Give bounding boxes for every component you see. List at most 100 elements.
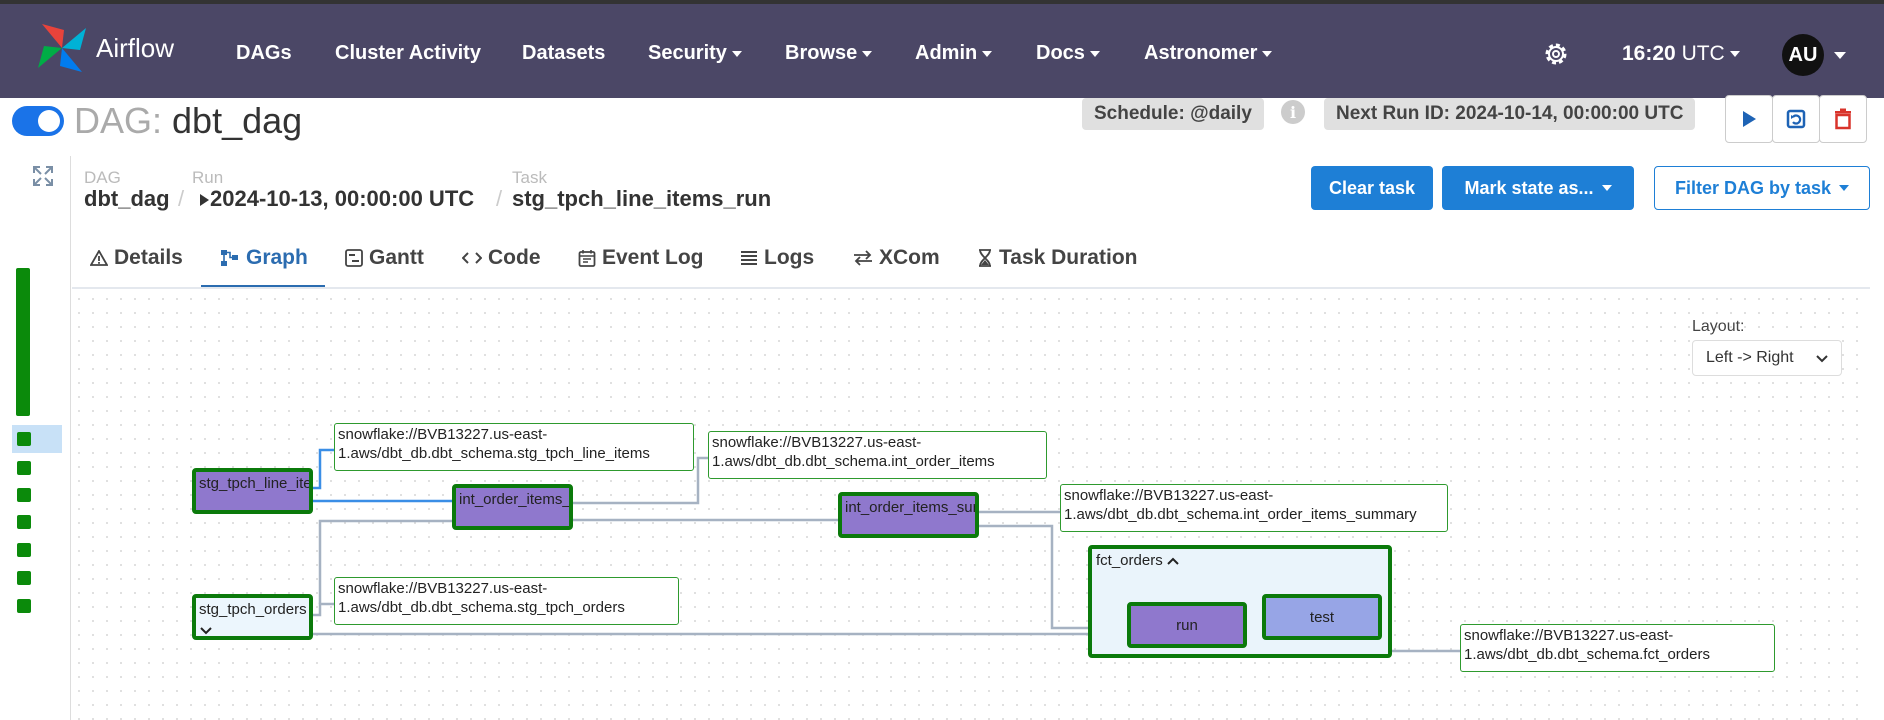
schedule-badge: Schedule: @daily bbox=[1082, 98, 1264, 130]
tab-logs-label: Logs bbox=[764, 246, 815, 269]
clock-timezone: UTC bbox=[1682, 42, 1740, 65]
tab-logs[interactable]: Logs bbox=[740, 246, 814, 270]
clock-time: 16:20 bbox=[1622, 42, 1676, 65]
task-instance-square[interactable] bbox=[17, 432, 31, 446]
dataset-node-fct-orders[interactable]: snowflake://BVB13227.us-east-1.aws/dbt_d… bbox=[1460, 624, 1775, 672]
graph-icon bbox=[221, 250, 238, 266]
breadcrumb-task-label: Task bbox=[512, 168, 547, 187]
task-group-fct-orders-label: fct_orders bbox=[1096, 552, 1163, 569]
task-instance-square[interactable] bbox=[17, 599, 31, 613]
nav-security[interactable]: Security bbox=[648, 42, 742, 65]
task-node-int-order-items-run[interactable]: int_order_items_run bbox=[452, 484, 573, 530]
task-instance-square[interactable] bbox=[17, 488, 31, 502]
brand-name: Airflow bbox=[96, 32, 175, 63]
dataset-node-int-order-items[interactable]: snowflake://BVB13227.us-east-1.aws/dbt_d… bbox=[708, 431, 1047, 479]
pinwheel-icon bbox=[38, 24, 86, 72]
task-instance-square[interactable] bbox=[17, 515, 31, 529]
edge-orders-to-dataset bbox=[312, 602, 334, 617]
task-node-int-order-items-summary-run[interactable]: int_order_items_summary_run bbox=[838, 492, 979, 538]
nav-astronomer[interactable]: Astronomer bbox=[1144, 42, 1272, 65]
task-node-stg-tpch-orders[interactable]: stg_tpch_orders bbox=[192, 594, 313, 640]
tab-task-duration-label: Task Duration bbox=[999, 246, 1138, 269]
task-node-stg-tpch-line-items-run[interactable]: stg_tpch_line_items_run bbox=[192, 468, 313, 514]
tab-code-label: Code bbox=[488, 246, 541, 269]
play-icon bbox=[1743, 111, 1756, 127]
breadcrumb-dag-label: DAG bbox=[84, 168, 121, 187]
chevron-up-icon[interactable] bbox=[1167, 556, 1179, 566]
tab-task-duration[interactable]: Task Duration bbox=[977, 246, 1137, 270]
nav-dags[interactable]: DAGs bbox=[236, 42, 292, 65]
tab-details-label: Details bbox=[114, 246, 183, 269]
page-title: DAG: dbt_dag bbox=[74, 100, 302, 142]
breadcrumb-run-value[interactable]: 2024-10-13, 00:00:00 UTC bbox=[198, 186, 474, 212]
warning-icon bbox=[90, 250, 108, 266]
nav-browse[interactable]: Browse bbox=[785, 42, 872, 65]
info-icon[interactable]: i bbox=[1281, 100, 1305, 124]
dataset-node-stg-tpch-line-items[interactable]: snowflake://BVB13227.us-east-1.aws/dbt_d… bbox=[334, 423, 694, 471]
airflow-logo[interactable]: Airflow bbox=[34, 20, 174, 76]
breadcrumb-task-value[interactable]: stg_tpch_line_items_run bbox=[512, 186, 771, 212]
calendar-icon bbox=[578, 250, 596, 267]
breadcrumb-dag-value[interactable]: dbt_dag bbox=[84, 186, 170, 212]
tab-graph[interactable]: Graph bbox=[220, 246, 308, 270]
task-node-test[interactable]: test bbox=[1262, 594, 1382, 640]
breadcrumb-separator: / bbox=[496, 186, 503, 211]
nav-admin[interactable]: Admin bbox=[915, 42, 992, 65]
task-node-stg-tpch-orders-label: stg_tpch_orders bbox=[199, 601, 307, 618]
tab-event-log-label: Event Log bbox=[602, 246, 704, 269]
dag-pause-toggle[interactable] bbox=[12, 106, 64, 136]
tab-xcom-label: XCom bbox=[879, 246, 940, 269]
nav-docs[interactable]: Docs bbox=[1036, 42, 1100, 65]
gear-icon[interactable] bbox=[1542, 40, 1570, 68]
task-instance-square[interactable] bbox=[17, 571, 31, 585]
nav-datasets[interactable]: Datasets bbox=[522, 42, 605, 65]
tab-xcom[interactable]: XCom bbox=[853, 246, 940, 270]
expand-icon[interactable] bbox=[32, 165, 54, 187]
tabs-divider bbox=[72, 287, 1870, 289]
chevron-down-icon[interactable] bbox=[1834, 52, 1846, 59]
avatar[interactable]: AU bbox=[1782, 34, 1824, 76]
next-run-badge: Next Run ID: 2024-10-14, 00:00:00 UTC bbox=[1324, 98, 1696, 130]
breadcrumb-run-label: Run bbox=[192, 168, 224, 187]
chevron-down-icon bbox=[1816, 355, 1828, 363]
tab-code[interactable]: Code bbox=[462, 246, 541, 270]
list-icon bbox=[741, 251, 757, 265]
dag-graph-canvas[interactable]: Layout: Left -> Right stg_tpch_line_item… bbox=[72, 292, 1870, 720]
trigger-dag-button[interactable] bbox=[1725, 95, 1773, 143]
avatar-initials: AU bbox=[1788, 43, 1818, 66]
play-icon bbox=[200, 194, 209, 207]
dataset-node-stg-tpch-orders[interactable]: snowflake://BVB13227.us-east-1.aws/dbt_d… bbox=[334, 577, 679, 625]
tab-gantt-label: Gantt bbox=[369, 246, 424, 269]
dag-title-name: dbt_dag bbox=[172, 100, 303, 141]
clear-task-button[interactable]: Clear task bbox=[1311, 166, 1433, 210]
tab-graph-label: Graph bbox=[246, 246, 308, 269]
column-divider bbox=[70, 156, 71, 720]
edge-line-items-to-dataset bbox=[312, 448, 334, 490]
layout-select-value: Left -> Right bbox=[1706, 349, 1794, 366]
clock-display[interactable]: 16:20 UTC bbox=[1622, 42, 1740, 66]
layout-select[interactable]: Left -> Right bbox=[1692, 340, 1842, 376]
breadcrumb-separator: / bbox=[178, 186, 185, 211]
layout-label: Layout: bbox=[1692, 318, 1745, 335]
task-instance-square[interactable] bbox=[17, 543, 31, 557]
dataset-node-int-order-items-summary[interactable]: snowflake://BVB13227.us-east-1.aws/dbt_d… bbox=[1060, 484, 1448, 532]
tab-event-log[interactable]: Event Log bbox=[578, 246, 704, 270]
hourglass-icon bbox=[979, 249, 991, 267]
trash-icon bbox=[1835, 108, 1851, 130]
tab-details[interactable]: Details bbox=[90, 246, 183, 270]
top-navbar: Airflow DAGs Cluster Activity Datasets S… bbox=[0, 4, 1884, 98]
reparse-dag-button[interactable] bbox=[1772, 95, 1820, 143]
dag-run-duration-bar[interactable] bbox=[16, 268, 30, 416]
mark-state-button[interactable]: Mark state as... bbox=[1442, 166, 1634, 210]
tab-gantt[interactable]: Gantt bbox=[345, 246, 424, 270]
refresh-icon bbox=[1786, 109, 1806, 129]
task-node-run[interactable]: run bbox=[1127, 602, 1247, 648]
chevron-down-icon[interactable] bbox=[200, 626, 212, 636]
dag-title-label: DAG: bbox=[74, 100, 163, 141]
delete-dag-button[interactable] bbox=[1819, 95, 1867, 143]
breadcrumb-run-text: 2024-10-13, 00:00:00 UTC bbox=[210, 186, 475, 211]
nav-cluster-activity[interactable]: Cluster Activity bbox=[335, 42, 481, 65]
exchange-icon bbox=[854, 250, 872, 266]
filter-dag-button[interactable]: Filter DAG by task bbox=[1654, 166, 1870, 210]
task-instance-square[interactable] bbox=[17, 461, 31, 475]
